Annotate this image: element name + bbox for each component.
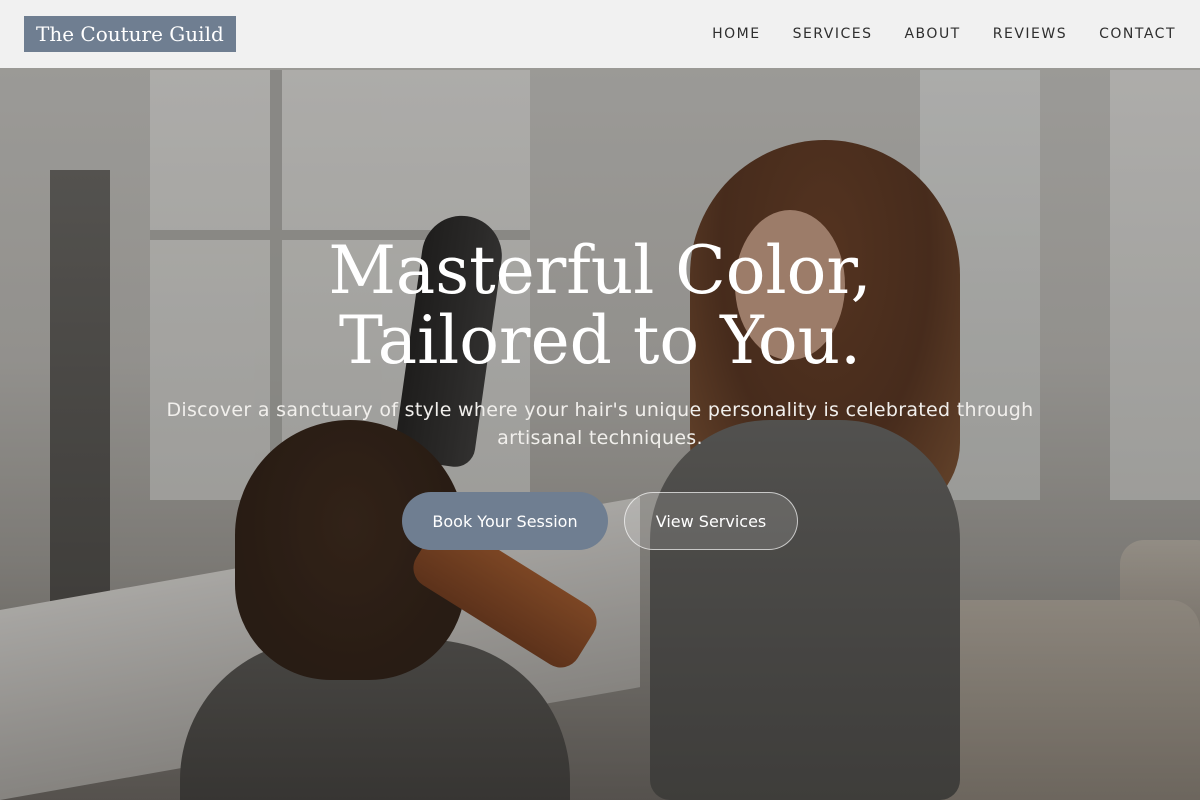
book-session-button[interactable]: Book Your Session — [402, 492, 608, 550]
view-services-button[interactable]: View Services — [624, 492, 798, 550]
nav-about[interactable]: ABOUT — [904, 26, 960, 42]
main-nav: HOME SERVICES ABOUT REVIEWS CONTACT — [712, 26, 1176, 42]
nav-reviews[interactable]: REVIEWS — [993, 26, 1067, 42]
hero-subtitle: Discover a sanctuary of style where your… — [166, 399, 1034, 449]
hero-headline-line-1: Masterful Color, — [328, 232, 872, 309]
hero-cta-group: Book Your Session View Services — [0, 492, 1200, 550]
nav-contact[interactable]: CONTACT — [1099, 26, 1176, 42]
hero-section: Masterful Color, Tailored to You. Discov… — [0, 236, 1200, 550]
hero-headline: Masterful Color, Tailored to You. — [0, 236, 1200, 376]
site-header: The Couture Guild HOME SERVICES ABOUT RE… — [0, 0, 1200, 68]
nav-home[interactable]: HOME — [712, 26, 760, 42]
nav-services[interactable]: SERVICES — [793, 26, 873, 42]
hero-headline-line-2: Tailored to You. — [338, 302, 862, 379]
brand-logo[interactable]: The Couture Guild — [24, 16, 236, 52]
